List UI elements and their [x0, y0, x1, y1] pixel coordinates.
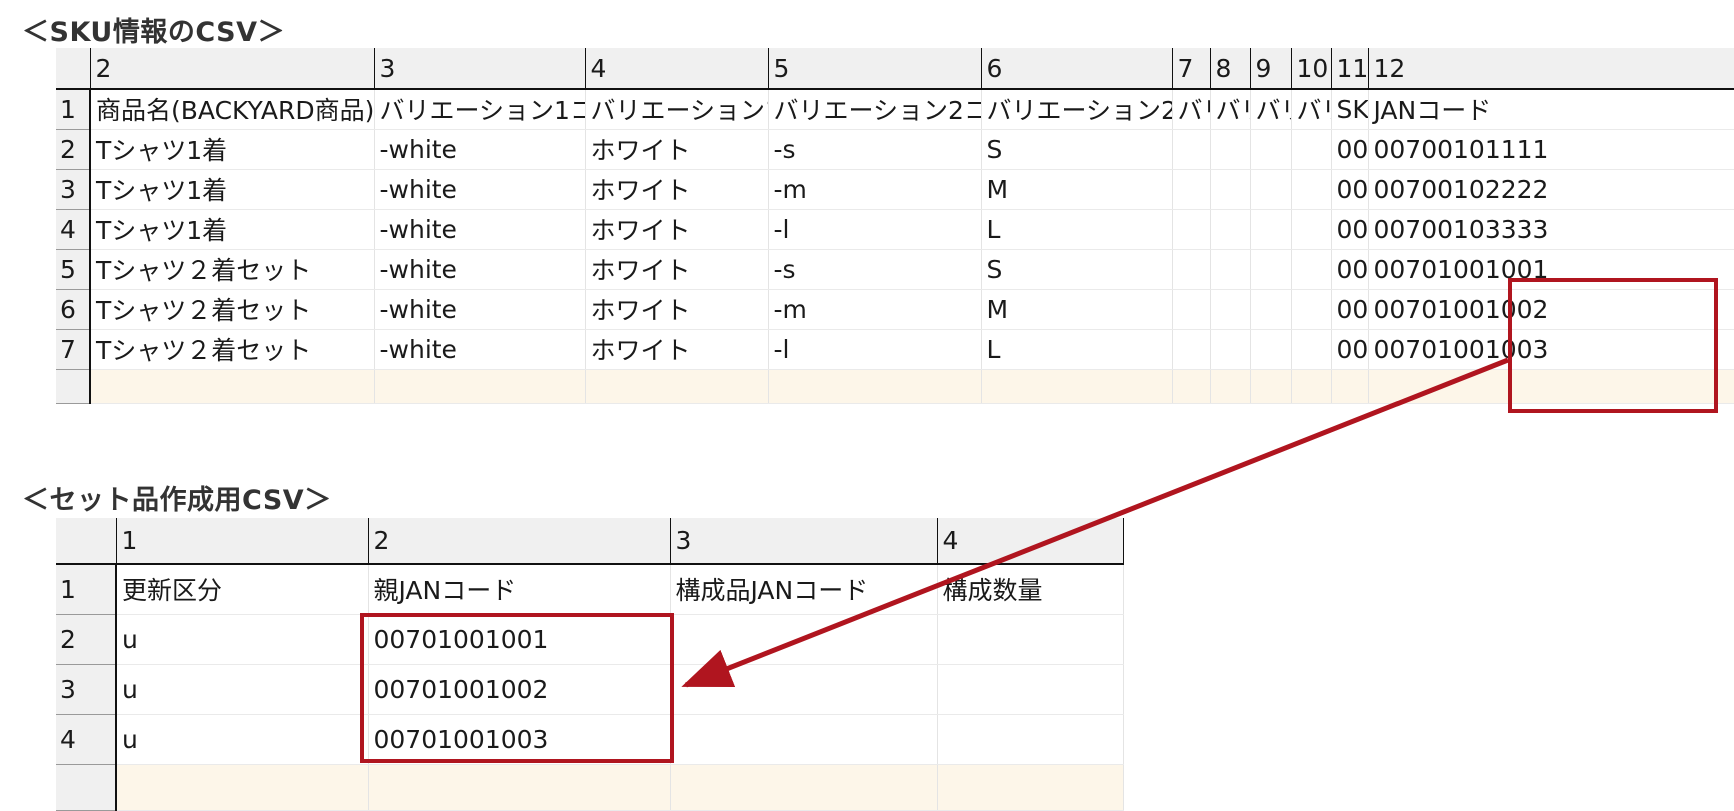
copy-arrow-icon — [681, 357, 1509, 688]
